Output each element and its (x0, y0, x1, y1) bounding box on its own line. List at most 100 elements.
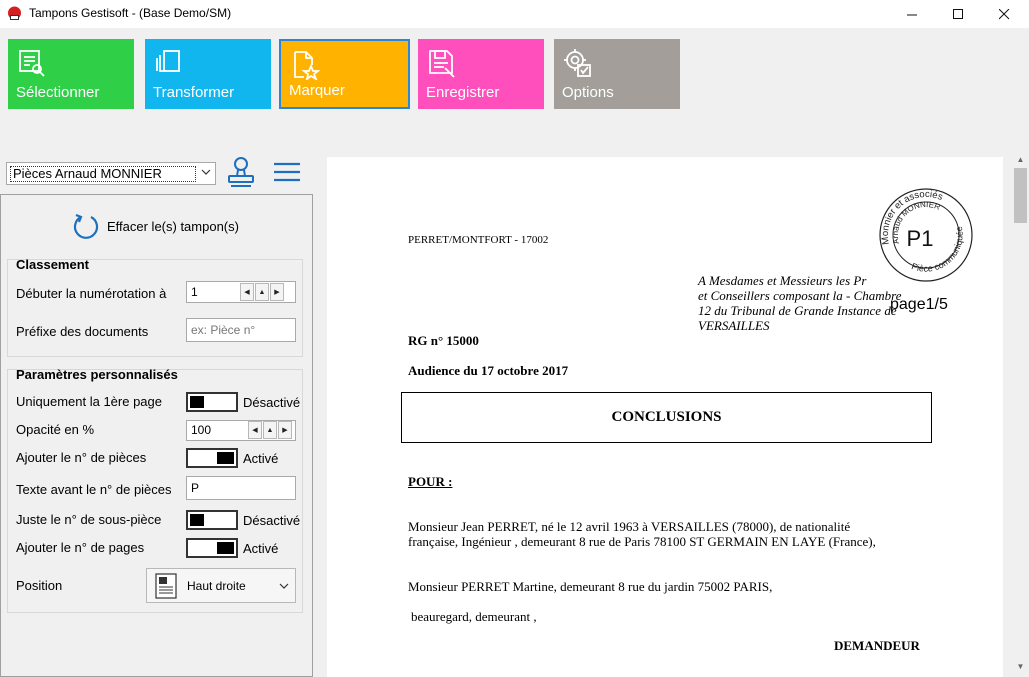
decrement-arrow-icon[interactable]: ◀ (248, 421, 262, 439)
spin-up-down-icon[interactable]: ▲ (255, 283, 269, 301)
transform-tile-label: Transformer (153, 84, 235, 101)
maximize-icon (952, 8, 963, 19)
piece-stamp[interactable]: Monnier et associés Arnaud MONNIER Pièce… (876, 185, 976, 285)
doc-address-line: VERSAILLES (698, 318, 770, 333)
add-pages-label: Ajouter le n° de pages (16, 540, 145, 555)
title-bar: Tampons Gestisoft - (Base Demo/SM) (0, 0, 1029, 28)
options-tile-button[interactable]: Options (554, 39, 680, 109)
position-select[interactable]: Haut droite (146, 568, 296, 603)
classement-title: Classement (16, 257, 89, 272)
first-page-only-toggle[interactable] (186, 392, 238, 412)
doc-paragraph: Monsieur Jean PERRET, né le 12 avril 196… (408, 519, 851, 534)
refresh-icon (73, 213, 99, 239)
text-before-input[interactable]: P (186, 476, 296, 500)
window-title: Tampons Gestisoft - (Base Demo/SM) (29, 6, 232, 20)
doc-demandeur: DEMANDEUR (834, 638, 920, 653)
add-piece-number-state: Activé (243, 451, 279, 466)
opacity-input[interactable]: 100 ◀ ▲ ▶ (186, 420, 296, 441)
opacity-label: Opacité en % (16, 422, 95, 437)
profile-select-value: Pièces Arnaud MONNIER (10, 166, 196, 182)
sub-piece-state: Désactivé (243, 513, 301, 528)
start-number-label: Débuter la numérotation à (16, 286, 167, 301)
sub-piece-label: Juste le n° de sous-pièce (16, 512, 162, 527)
scroll-up-arrow-icon[interactable]: ▲ (1012, 151, 1029, 168)
increment-arrow-icon[interactable]: ▶ (270, 283, 284, 301)
doc-conclusions-title: CONCLUSIONS (611, 409, 722, 425)
transform-pages-icon (156, 50, 180, 72)
doc-paragraph: française, Ingénieur , demeurant 8 rue d… (408, 534, 876, 549)
add-pages-toggle[interactable] (186, 538, 238, 558)
mark-document-star-icon (294, 51, 320, 80)
hamburger-menu-icon[interactable] (273, 161, 301, 183)
scroll-thumb[interactable] (1014, 168, 1027, 223)
first-page-only-state: Désactivé (243, 395, 301, 410)
doc-paragraph: Monsieur PERRET Martine, demeurant 8 rue… (408, 579, 773, 594)
toggle-knob (217, 542, 234, 554)
decrement-arrow-icon[interactable]: ◀ (240, 283, 254, 301)
chevron-down-icon (201, 169, 211, 175)
scroll-down-arrow-icon[interactable]: ▼ (1012, 658, 1029, 675)
document-viewer: PERRET/MONTFORT - 17002 A Mesdames et Me… (313, 151, 1029, 677)
stamp-icon[interactable] (226, 156, 256, 188)
start-number-input[interactable]: 1 ◀ ▲ ▶ (186, 281, 296, 303)
close-icon (998, 8, 1009, 19)
add-piece-number-toggle[interactable] (186, 448, 238, 468)
start-number-value: 1 (191, 285, 198, 299)
page-position-icon (155, 573, 177, 599)
custom-params-title: Paramètres personnalisés (16, 367, 178, 382)
position-select-value: Haut droite (187, 579, 246, 593)
prefix-input[interactable]: ex: Pièce n° (186, 318, 296, 342)
doc-address-line: 12 du Tribunal de Grande Instance de (698, 303, 897, 318)
toggle-knob (217, 452, 234, 464)
maximize-button[interactable] (935, 0, 981, 28)
save-floppy-icon (429, 50, 455, 78)
settings-panel: Effacer le(s) tampon(s) Classement Début… (0, 194, 313, 677)
select-tile-button[interactable]: Sélectionner (8, 39, 134, 109)
first-page-only-label: Uniquement la 1ère page (16, 394, 162, 409)
vertical-scrollbar[interactable]: ▲ ▼ (1012, 151, 1029, 677)
select-tile-label: Sélectionner (16, 84, 100, 101)
clear-stamps-label: Effacer le(s) tampon(s) (107, 218, 239, 234)
doc-audience-date: Audience du 17 octobre 2017 (408, 363, 569, 378)
minimize-button[interactable] (889, 0, 935, 28)
document-page: PERRET/MONTFORT - 17002 A Mesdames et Me… (327, 157, 1003, 677)
sub-piece-toggle[interactable] (186, 510, 238, 530)
text-before-label: Texte avant le n° de pièces (16, 482, 172, 497)
select-list-icon (19, 50, 45, 77)
app-logo-icon (8, 6, 21, 20)
profile-select[interactable]: Pièces Arnaud MONNIER (6, 162, 216, 185)
prefix-placeholder: ex: Pièce n° (191, 323, 256, 337)
doc-reference: PERRET/MONTFORT - 17002 (408, 234, 549, 246)
options-gear-icon (564, 49, 591, 77)
doc-conclusions-box: CONCLUSIONS (401, 392, 932, 443)
prefix-label: Préfixe des documents (16, 324, 149, 339)
toggle-knob (190, 514, 204, 526)
doc-rg-number: RG n° 15000 (408, 333, 479, 348)
opacity-value: 100 (191, 423, 212, 437)
toggle-knob (190, 396, 204, 408)
mark-tile-label: Marquer (289, 82, 345, 99)
increment-arrow-icon[interactable]: ▶ (278, 421, 292, 439)
save-tile-label: Enregistrer (426, 84, 500, 101)
stamp-center-text: P1 (907, 226, 934, 251)
mark-tile-button[interactable]: Marquer (279, 39, 410, 109)
save-tile-button[interactable]: Enregistrer (418, 39, 544, 109)
add-piece-number-label: Ajouter le n° de pièces (16, 450, 147, 465)
text-before-value: P (191, 481, 200, 495)
chevron-down-icon (279, 583, 289, 589)
close-button[interactable] (981, 0, 1027, 28)
position-label: Position (16, 578, 63, 593)
doc-address-line: A Mesdames et Messieurs les Pr (698, 273, 867, 288)
minimize-icon (906, 14, 917, 15)
doc-pour-heading: POUR : (408, 474, 453, 489)
doc-page-counter: page1/5 (890, 296, 948, 313)
transform-tile-button[interactable]: Transformer (145, 39, 271, 109)
classement-group: Classement Débuter la numérotation à 1 ◀… (7, 257, 303, 357)
add-pages-state: Activé (243, 541, 279, 556)
options-tile-label: Options (562, 84, 614, 101)
ribbon: Sélectionner Transformer Marquer Enregis… (0, 28, 1029, 156)
doc-paragraph: beauregard, demeurant , (411, 609, 537, 624)
clear-stamps-button[interactable]: Effacer le(s) tampon(s) (71, 212, 239, 240)
spin-up-down-icon[interactable]: ▲ (263, 421, 277, 439)
doc-address-line: et Conseillers composant la - Chambre (698, 288, 902, 303)
